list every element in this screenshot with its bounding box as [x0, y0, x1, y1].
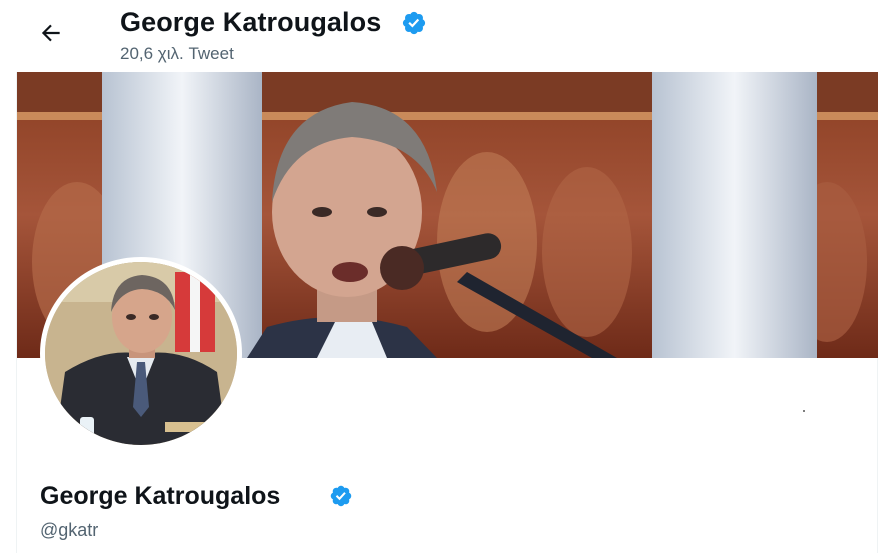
back-button[interactable]	[38, 20, 72, 48]
verified-badge-icon	[330, 485, 352, 507]
header-display-name: George Katrougalos	[120, 7, 382, 37]
avatar-photo	[45, 262, 237, 445]
profile-avatar[interactable]	[40, 257, 242, 450]
profile-header-bar: George Katrougalos 20,6 χιλ. Tweet	[0, 0, 890, 72]
profile-display-name: George Katrougalos	[40, 482, 281, 510]
arrow-left-icon	[41, 24, 60, 42]
tweet-count: 20,6 χιλ. Tweet	[120, 44, 234, 63]
decorative-dot	[803, 410, 805, 412]
profile-handle: @gkatr	[40, 520, 99, 540]
verified-badge-icon	[402, 11, 426, 35]
